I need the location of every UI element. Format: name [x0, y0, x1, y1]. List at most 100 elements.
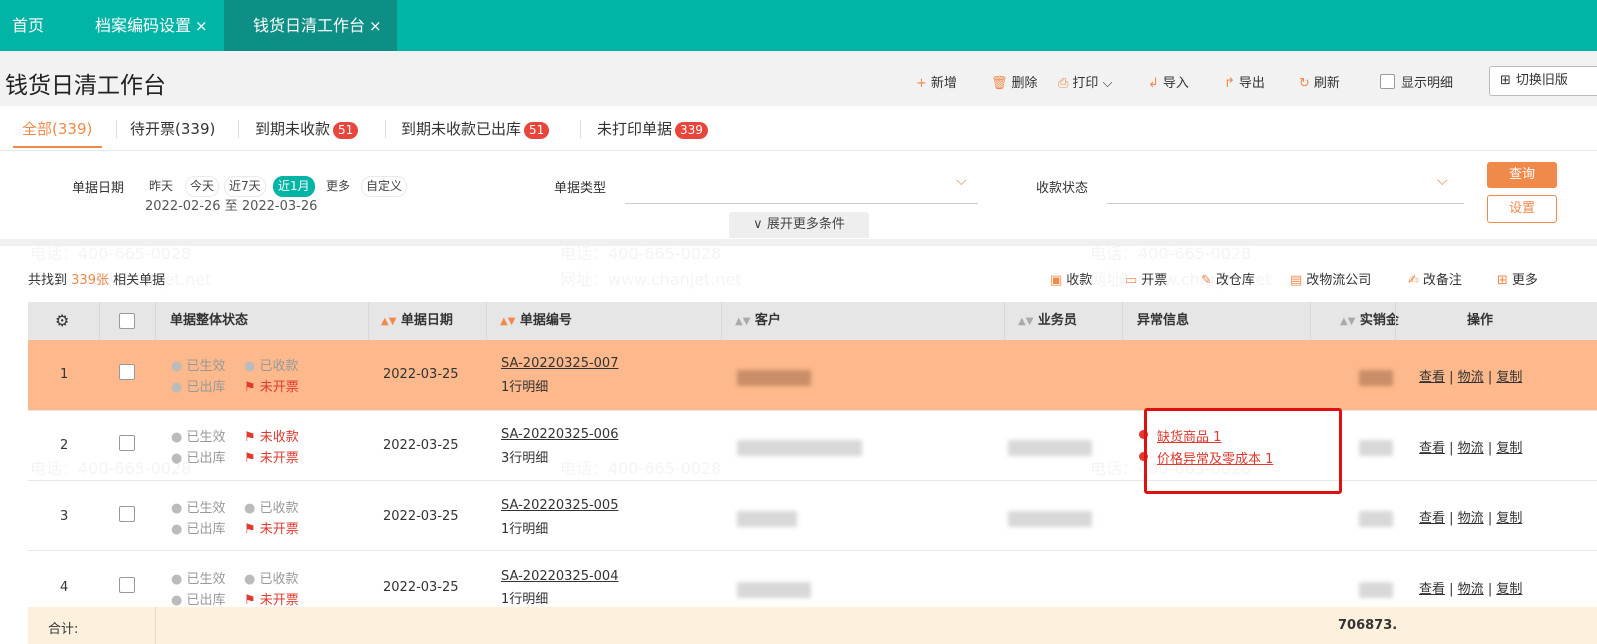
page-title: 钱货日清工作台 — [5, 73, 166, 99]
check-circle-icon: ● — [171, 593, 183, 608]
show-detail-label: 显示明细 — [1401, 76, 1454, 91]
filter-tab-all[interactable]: 全部(339) — [22, 118, 92, 139]
summary-count: 339张 — [71, 273, 109, 288]
date-chip-today[interactable]: 今天 — [185, 176, 220, 197]
check-circle-icon: ● — [171, 501, 183, 516]
copy-link[interactable]: 复制 — [1496, 441, 1522, 456]
status-payment: ● 已收款 — [244, 355, 299, 374]
tab-workbench[interactable]: 钱货日清工作台 × — [224, 0, 397, 51]
doc-type-select[interactable] — [625, 177, 978, 204]
filter-tab-overdue-unpaid-shipped[interactable]: 到期未收款已出库 51 — [401, 118, 550, 139]
col-overall-status[interactable]: 单据整体状态 — [170, 302, 248, 340]
import-button[interactable]: ↲ 导入 — [1148, 72, 1189, 91]
chevron-down-icon[interactable]: ⌵ — [1103, 76, 1113, 91]
batch-change-note-button[interactable]: ✍ 改备注 — [1408, 269, 1462, 288]
view-link[interactable]: 查看 — [1419, 370, 1445, 385]
date-chip-custom[interactable]: 自定义 — [361, 176, 408, 197]
sort-icon[interactable]: ▲▼ — [1340, 316, 1355, 327]
logistics-link[interactable]: 物流 — [1458, 441, 1484, 456]
export-button[interactable]: ↱ 导出 — [1224, 72, 1265, 91]
settings-button[interactable]: 设置 — [1487, 195, 1557, 223]
tab-archive-code-settings[interactable]: 档案编码设置 × — [95, 0, 208, 51]
row-checkbox[interactable] — [119, 364, 135, 380]
select-all-checkbox[interactable] — [119, 313, 135, 329]
doc-type-label: 单据类型 — [554, 181, 607, 196]
status-text: 已出库 — [186, 593, 226, 608]
show-detail-toggle[interactable]: 显示明细 — [1380, 72, 1453, 91]
tab-home[interactable]: 首页 — [12, 0, 44, 51]
print-button[interactable]: ⎙ 打印 ⌵ — [1058, 72, 1112, 91]
col-doc-date[interactable]: ▲▼ 单据日期 — [381, 302, 453, 340]
column-divider — [1004, 302, 1005, 340]
copy-link[interactable]: 复制 — [1496, 582, 1522, 597]
delete-button[interactable]: 🗑 删除 — [991, 72, 1038, 91]
row-checkbox[interactable] — [119, 577, 135, 593]
view-link[interactable]: 查看 — [1419, 511, 1445, 526]
add-button[interactable]: + 新增 — [916, 72, 957, 91]
date-chip-yesterday[interactable]: 昨天 — [144, 176, 179, 197]
col-customer[interactable]: ▲▼ 客户 — [735, 302, 781, 340]
result-summary: 共找到 339张 相关单据 — [28, 269, 165, 288]
filter-tab-unprinted[interactable]: 未打印单据 339 — [597, 118, 708, 139]
status-text: 未开票 — [259, 451, 299, 466]
batch-more-button[interactable]: ⊞ 更多 — [1497, 269, 1538, 288]
col-doc-no[interactable]: ▲▼ 单据编号 — [500, 302, 572, 340]
row-checkbox[interactable] — [119, 506, 135, 522]
column-divider — [155, 302, 156, 340]
col-label: 客户 — [754, 313, 781, 328]
check-circle-icon: ● — [244, 359, 256, 374]
chevron-down-icon[interactable]: ⌵ — [1437, 173, 1448, 189]
count-badge: 339 — [675, 122, 708, 139]
doc-number-link[interactable]: SA-20220325-007 — [501, 356, 618, 371]
logistics-link[interactable]: 物流 — [1458, 511, 1484, 526]
doc-number-link[interactable]: SA-20220325-004 — [501, 569, 618, 584]
row-checkbox[interactable] — [119, 435, 135, 451]
sort-icon[interactable]: ▲▼ — [1018, 316, 1033, 327]
date-chip-7days[interactable]: 近7天 — [224, 176, 266, 197]
close-icon[interactable]: × — [369, 17, 382, 35]
switch-old-version-button[interactable]: ⊞ 切换旧版 — [1489, 66, 1597, 96]
show-detail-checkbox[interactable] — [1380, 74, 1395, 89]
batch-collect-button[interactable]: ▣ 收款 — [1050, 269, 1092, 288]
filter-tab-label: 到期未收款已出库 — [401, 120, 522, 138]
filter-tab-to-invoice[interactable]: 待开票(339) — [130, 118, 215, 139]
view-link[interactable]: 查看 — [1419, 441, 1445, 456]
batch-change-warehouse-button[interactable]: ✎ 改仓库 — [1201, 269, 1255, 288]
close-icon[interactable]: × — [195, 17, 208, 35]
sort-icon[interactable]: ▲▼ — [735, 316, 750, 327]
tab-label: 钱货日清工作台 — [253, 16, 366, 35]
filter-tab-overdue-unpaid[interactable]: 到期未收款 51 — [255, 118, 359, 139]
status-invoice: ⚑ 未开票 — [244, 589, 299, 608]
status-text: 未开票 — [259, 522, 299, 537]
pay-status-select[interactable] — [1107, 177, 1464, 204]
doc-number-link[interactable]: SA-20220325-005 — [501, 498, 618, 513]
batch-invoice-button[interactable]: ▭ 开票 — [1125, 269, 1167, 288]
copy-link[interactable]: 复制 — [1496, 511, 1522, 526]
import-icon: ↲ — [1148, 76, 1159, 91]
query-button[interactable]: 查询 — [1487, 162, 1557, 188]
flag-icon: ⚑ — [244, 522, 256, 537]
expand-more-button[interactable]: ∨ 展开更多条件 — [729, 212, 869, 238]
date-chip-1month[interactable]: 近1月 — [273, 176, 315, 197]
view-link[interactable]: 查看 — [1419, 582, 1445, 597]
logistics-link[interactable]: 物流 — [1458, 582, 1484, 597]
plus-icon: + — [916, 76, 927, 91]
chevron-down-icon[interactable]: ⌵ — [956, 173, 967, 189]
col-salesperson[interactable]: ▲▼ 业务员 — [1018, 302, 1077, 340]
doc-date: 2022-03-25 — [383, 509, 459, 524]
copy-link[interactable]: 复制 — [1496, 370, 1522, 385]
amount-redacted — [1359, 511, 1393, 527]
logistics-link[interactable]: 物流 — [1458, 370, 1484, 385]
row-operations: 查看 | 物流 | 复制 — [1419, 582, 1523, 597]
filter-tab-label: 待开票(339) — [130, 120, 216, 138]
column-divider — [1395, 302, 1396, 340]
col-actual-amount[interactable]: ▲▼ 实销金 — [1340, 302, 1399, 340]
doc-number-link[interactable]: SA-20220325-006 — [501, 427, 618, 442]
refresh-button[interactable]: ↻ 刷新 — [1299, 72, 1340, 91]
col-anomaly[interactable]: 异常信息 — [1137, 302, 1189, 340]
sort-icon[interactable]: ▲▼ — [381, 316, 396, 327]
batch-change-logistics-button[interactable]: ▤ 改物流公司 — [1290, 269, 1371, 288]
column-settings-gear-icon[interactable]: ⚙ — [55, 302, 69, 340]
sort-icon[interactable]: ▲▼ — [500, 316, 515, 327]
date-chip-more[interactable]: 更多 — [321, 176, 356, 197]
